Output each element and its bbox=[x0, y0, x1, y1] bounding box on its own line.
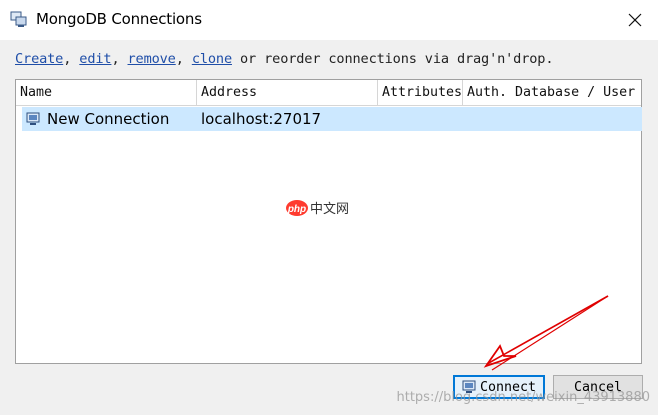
php-logo: php 中文网 bbox=[286, 200, 349, 217]
remove-link[interactable]: remove bbox=[128, 51, 176, 67]
separator: , bbox=[111, 51, 128, 67]
separator: , bbox=[175, 51, 192, 67]
window-title: MongoDB Connections bbox=[36, 10, 202, 28]
instructions-text: Create, edit, remove, clone or reorder c… bbox=[15, 51, 554, 67]
instructions-rest: or reorder connections via drag'n'drop. bbox=[231, 51, 554, 67]
close-icon bbox=[628, 13, 642, 27]
column-header-attributes[interactable]: Attributes bbox=[378, 80, 463, 105]
app-icon bbox=[10, 11, 27, 27]
column-header-auth[interactable]: Auth. Database / User bbox=[463, 80, 643, 105]
table-header: Name Address Attributes Auth. Database /… bbox=[16, 80, 641, 106]
watermark-url: https://blog.csdn.net/weixin_43913880 bbox=[396, 390, 650, 405]
php-logo-cn: 中文网 bbox=[310, 202, 349, 217]
create-link[interactable]: Create bbox=[15, 51, 63, 67]
connection-icon bbox=[26, 112, 40, 125]
connection-name: New Connection bbox=[47, 110, 170, 128]
title-bar: MongoDB Connections bbox=[0, 0, 658, 40]
table-row[interactable]: New Connection localhost:27017 bbox=[22, 107, 642, 131]
php-logo-text: php bbox=[287, 204, 306, 215]
connection-address: localhost:27017 bbox=[201, 110, 322, 128]
clone-link[interactable]: clone bbox=[192, 51, 232, 67]
edit-link[interactable]: edit bbox=[79, 51, 111, 67]
connections-table[interactable]: Name Address Attributes Auth. Database /… bbox=[15, 79, 642, 364]
separator: , bbox=[63, 51, 80, 67]
column-header-name[interactable]: Name bbox=[16, 80, 197, 105]
column-header-address[interactable]: Address bbox=[197, 80, 378, 105]
close-button[interactable] bbox=[612, 0, 658, 40]
